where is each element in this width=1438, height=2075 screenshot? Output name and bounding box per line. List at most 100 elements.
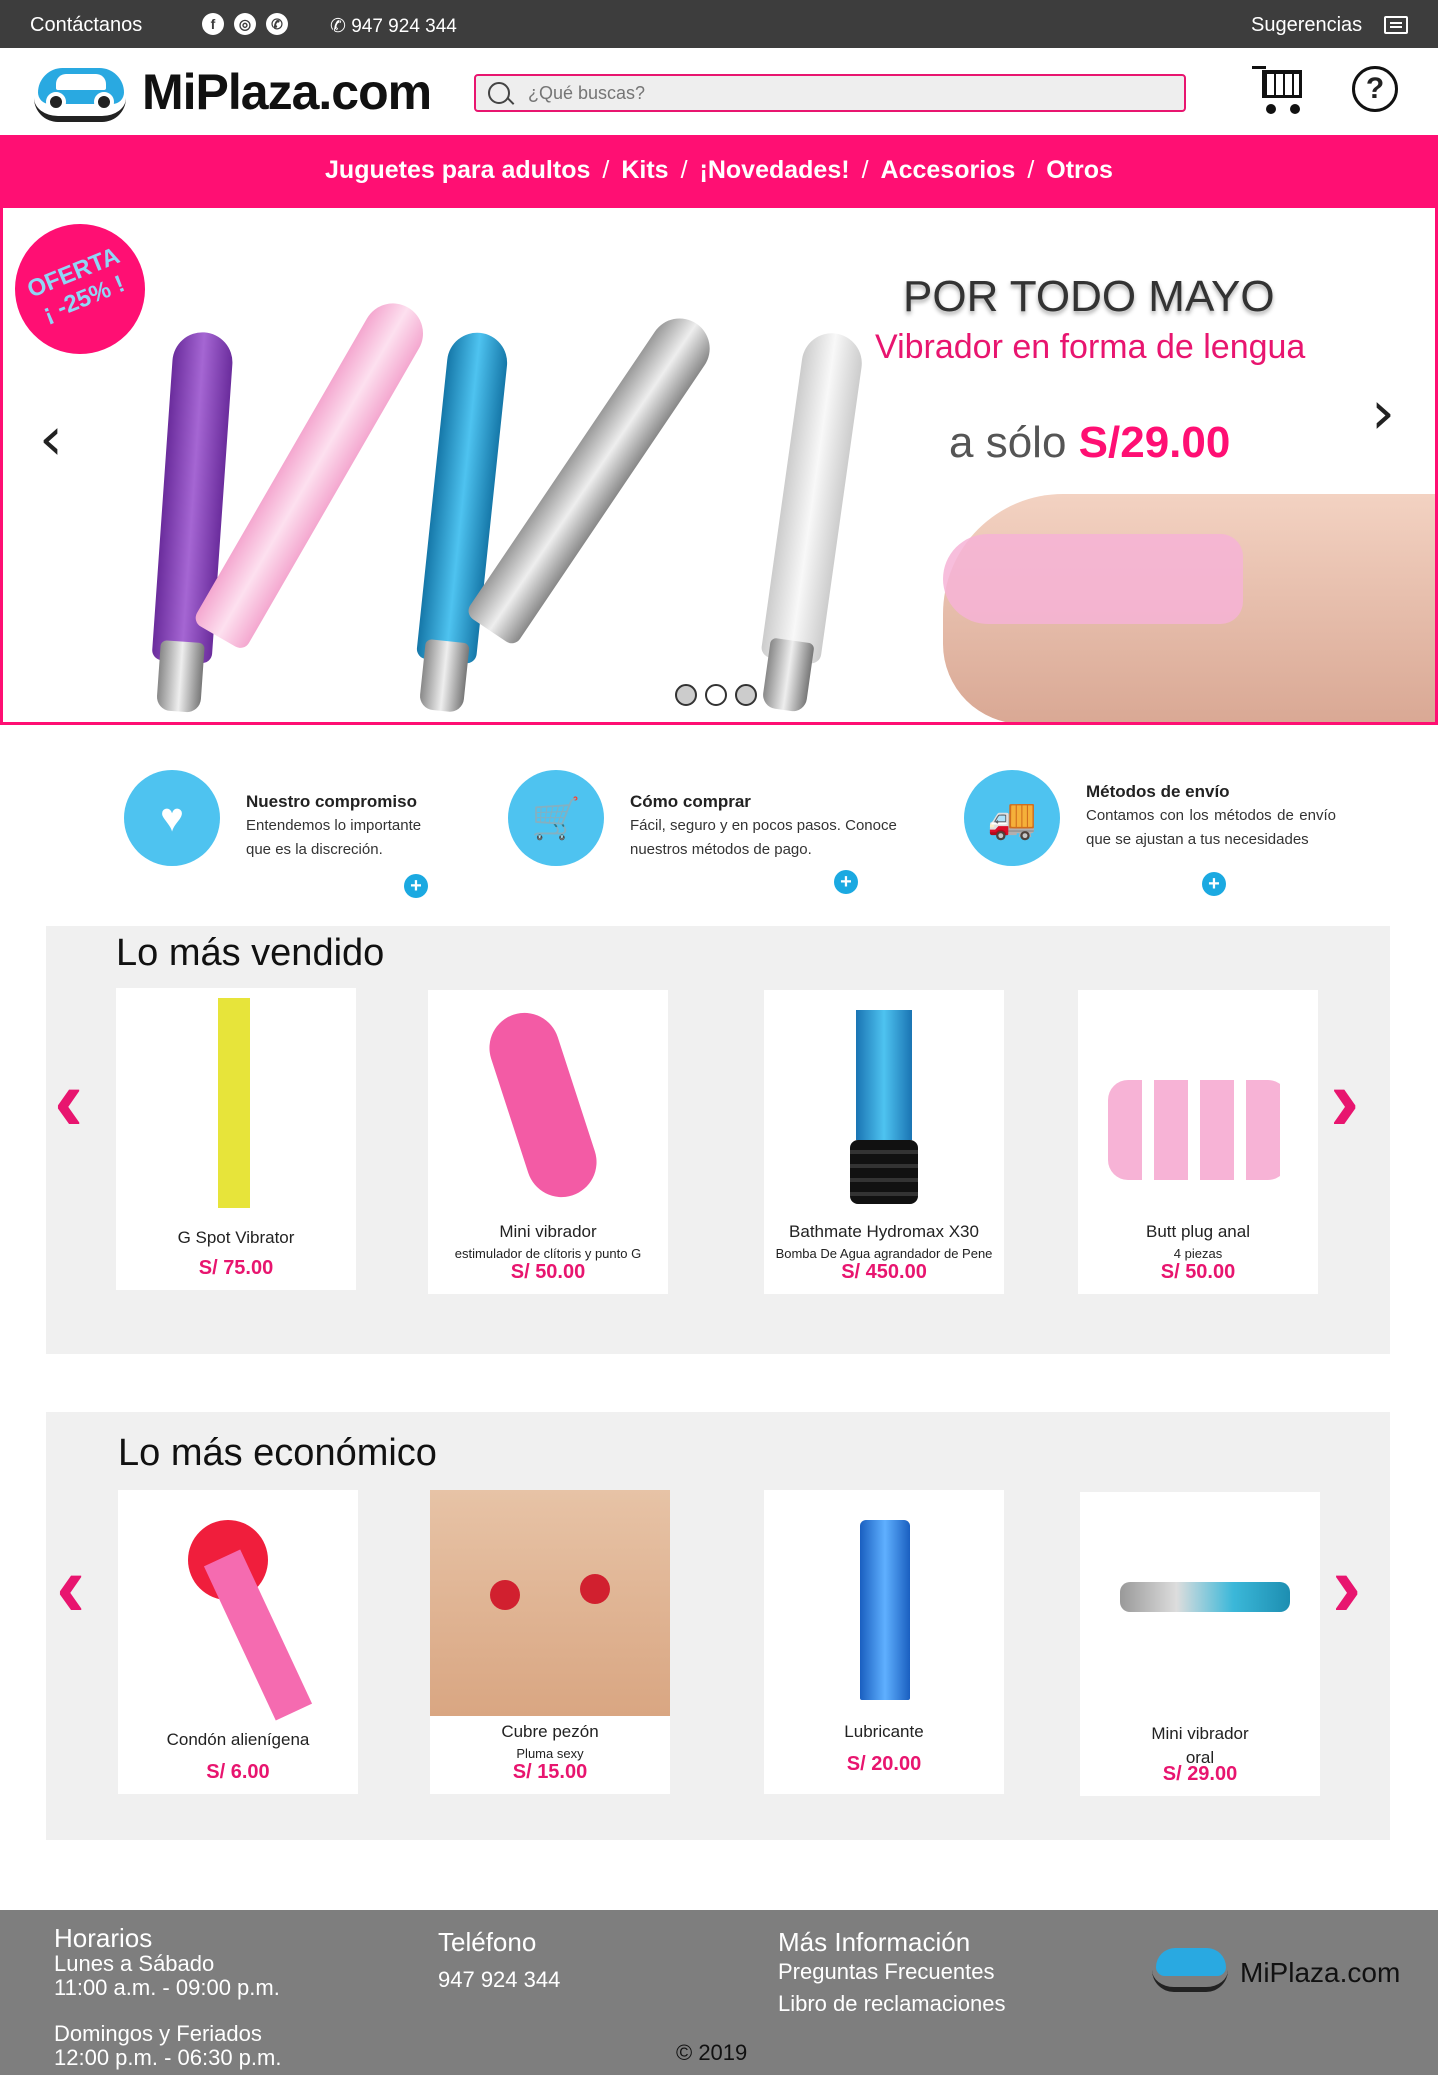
product-price: S/ 75.00 [198, 1257, 274, 1279]
footer-hours: Horarios Lunes a Sábado 11:00 a.m. - 09:… [54, 1923, 282, 2070]
search-input[interactable] [528, 82, 1128, 104]
hero-price-line: a sólo S/29.00 [949, 418, 1230, 468]
product-image [430, 1490, 670, 1716]
product-card[interactable]: Cubre pezón Pluma sexy S/ 15.00 [430, 1490, 670, 1794]
whatsapp-icon[interactable]: ✆ [266, 13, 288, 35]
product-price: S/ 6.00 [206, 1761, 270, 1783]
footer-phone-title: Teléfono [438, 1927, 537, 1957]
footer-info-title: Más Información [778, 1927, 971, 1957]
product-subtitle: estimulador de clítoris y punto G [454, 1246, 642, 1261]
product-price: S/ 29.00 [1162, 1763, 1238, 1785]
section-title: Lo más económico [118, 1432, 437, 1474]
copyright: © 2019 [676, 2040, 748, 2065]
nav-item-others[interactable]: Otros [1046, 156, 1113, 185]
carousel-dots [675, 684, 757, 706]
product-image [794, 1000, 974, 1210]
cheapest-section: Lo más económico ‹ Condón alienígena S/ … [46, 1412, 1390, 1840]
carousel-dot-1[interactable] [675, 684, 697, 706]
nav-separator: / [1027, 155, 1035, 184]
feature-text: Contamos con los métodos de envío que se… [1086, 807, 1336, 848]
contact-link[interactable]: Contáctanos [30, 14, 142, 37]
instagram-icon[interactable]: ◎ [234, 13, 256, 35]
cart-icon[interactable] [1252, 66, 1306, 116]
social-links: f ◎ ✆ [202, 13, 288, 35]
carousel-prev-icon[interactable]: ‹ [39, 404, 63, 474]
product-card[interactable]: G Spot Vibrator S/ 75.00 [116, 988, 356, 1290]
product-card[interactable]: Mini vibrador estimulador de clítoris y … [428, 990, 668, 1294]
search-icon[interactable] [488, 82, 510, 104]
category-nav: Juguetes para adultos / Kits / ¡Novedades!… [0, 135, 1438, 205]
offer-badge: OFERTA ¡ -25% ! [3, 208, 165, 374]
help-icon[interactable]: ? [1352, 66, 1398, 112]
product-image [1108, 1000, 1288, 1210]
feature-how-to-buy: 🛒 Cómo comprar Fácil, seguro y en pocos … [508, 770, 930, 894]
footer-info: Más Información Preguntas Frecuentes Lib… [778, 1927, 1005, 2016]
carousel-next-icon[interactable]: › [1330, 1056, 1359, 1144]
footer-logo[interactable]: MiPlaza.com [1152, 1944, 1400, 2002]
product-image [794, 1500, 974, 1710]
product-price: S/ 50.00 [510, 1261, 586, 1283]
nav-separator: / [602, 155, 610, 184]
footer-weekend-hours: 12:00 p.m. - 06:30 p.m. [54, 2045, 282, 2070]
product-price: S/ 15.00 [512, 1761, 588, 1783]
footer-claims-link[interactable]: Libro de reclamaciones [778, 1992, 1005, 2016]
feature-shipping: 🚚 Métodos de envío Contamos con los méto… [964, 770, 1336, 896]
carousel-prev-icon[interactable]: ‹ [54, 1056, 83, 1144]
car-logo-icon [34, 60, 130, 124]
product-name: Butt plug anal [1146, 1222, 1250, 1241]
feature-text: Entendemos lo importante que es la discr… [246, 817, 422, 858]
product-image [146, 998, 326, 1208]
nav-separator: / [861, 155, 869, 184]
product-card[interactable]: Lubricante S/ 20.00 [764, 1490, 1004, 1794]
nav-separator: / [680, 155, 688, 184]
product-subtitle: 4 piezas [1173, 1246, 1223, 1261]
product-image-transparent [760, 329, 866, 713]
product-image [458, 1000, 638, 1210]
hero-title: POR TODO MAYO [903, 272, 1275, 321]
feature-title: Métodos de envío [1086, 782, 1230, 801]
product-card[interactable]: Mini vibrador oral S/ 29.00 [1080, 1492, 1320, 1796]
hero-carousel: OFERTA ¡ -25% ! POR TODO MAYO Vibrador e… [0, 205, 1438, 725]
product-subtitle: Bomba De Agua agrandador de Pene [775, 1246, 993, 1261]
product-card[interactable]: Condón alienígena S/ 6.00 [118, 1490, 358, 1794]
hero-price-prefix: a sólo [949, 418, 1067, 467]
nav-item-news[interactable]: ¡Novedades! [700, 156, 850, 185]
nav-item-adult-toys[interactable]: Juguetes para adultos [325, 156, 590, 185]
carousel-next-icon[interactable]: › [1371, 378, 1395, 448]
product-card[interactable]: Butt plug anal 4 piezas S/ 50.00 [1078, 990, 1318, 1294]
plus-icon[interactable]: + [834, 870, 858, 894]
footer-faq-link[interactable]: Preguntas Frecuentes [778, 1960, 1005, 1984]
product-name: G Spot Vibrator [177, 1228, 295, 1247]
plus-icon[interactable]: + [404, 874, 428, 898]
footer-weekend: Domingos y Feriados [54, 2021, 262, 2046]
feature-commitment: ♥ Nuestro compromiso Entendemos lo impor… [124, 770, 446, 898]
car-logo-icon [1152, 1944, 1236, 2002]
suggestion-box-icon[interactable] [1384, 16, 1408, 34]
product-card[interactable]: Bathmate Hydromax X30 Bomba De Agua agra… [764, 990, 1004, 1294]
site-logo[interactable]: MiPlaza.com [34, 60, 432, 124]
best-sellers-section: Lo más vendido ‹ G Spot Vibrator S/ 75.0… [46, 926, 1390, 1354]
carousel-dot-2[interactable] [705, 684, 727, 706]
header: MiPlaza.com ? [0, 48, 1438, 135]
hand-product-image [943, 494, 1435, 722]
product-price: S/ 20.00 [846, 1753, 922, 1775]
carousel-next-icon[interactable]: › [1332, 1542, 1361, 1630]
footer-phone-number[interactable]: 947 924 344 [438, 1968, 560, 1992]
plus-icon[interactable]: + [1202, 872, 1226, 896]
product-name: Bathmate Hydromax X30 [789, 1222, 979, 1241]
topbar-phone[interactable]: ✆ 947 924 344 [330, 15, 457, 38]
carousel-prev-icon[interactable]: ‹ [56, 1542, 85, 1630]
suggestions-link[interactable]: Sugerencias [1251, 14, 1362, 37]
footer-logo-text: MiPlaza.com [1240, 1957, 1401, 1988]
footer-hours-title: Horarios [54, 1923, 153, 1953]
product-price: S/ 450.00 [841, 1261, 927, 1283]
logo-text: MiPlaza.com [142, 64, 432, 120]
product-name: Mini vibrador [1151, 1724, 1249, 1743]
carousel-dot-3[interactable] [735, 684, 757, 706]
product-name: Mini vibrador [499, 1222, 597, 1241]
facebook-icon[interactable]: f [202, 13, 224, 35]
nav-item-kits[interactable]: Kits [621, 156, 668, 185]
product-name: Lubricante [844, 1722, 924, 1741]
phone-icon: ✆ [330, 16, 346, 37]
nav-item-accessories[interactable]: Accesorios [881, 156, 1016, 185]
